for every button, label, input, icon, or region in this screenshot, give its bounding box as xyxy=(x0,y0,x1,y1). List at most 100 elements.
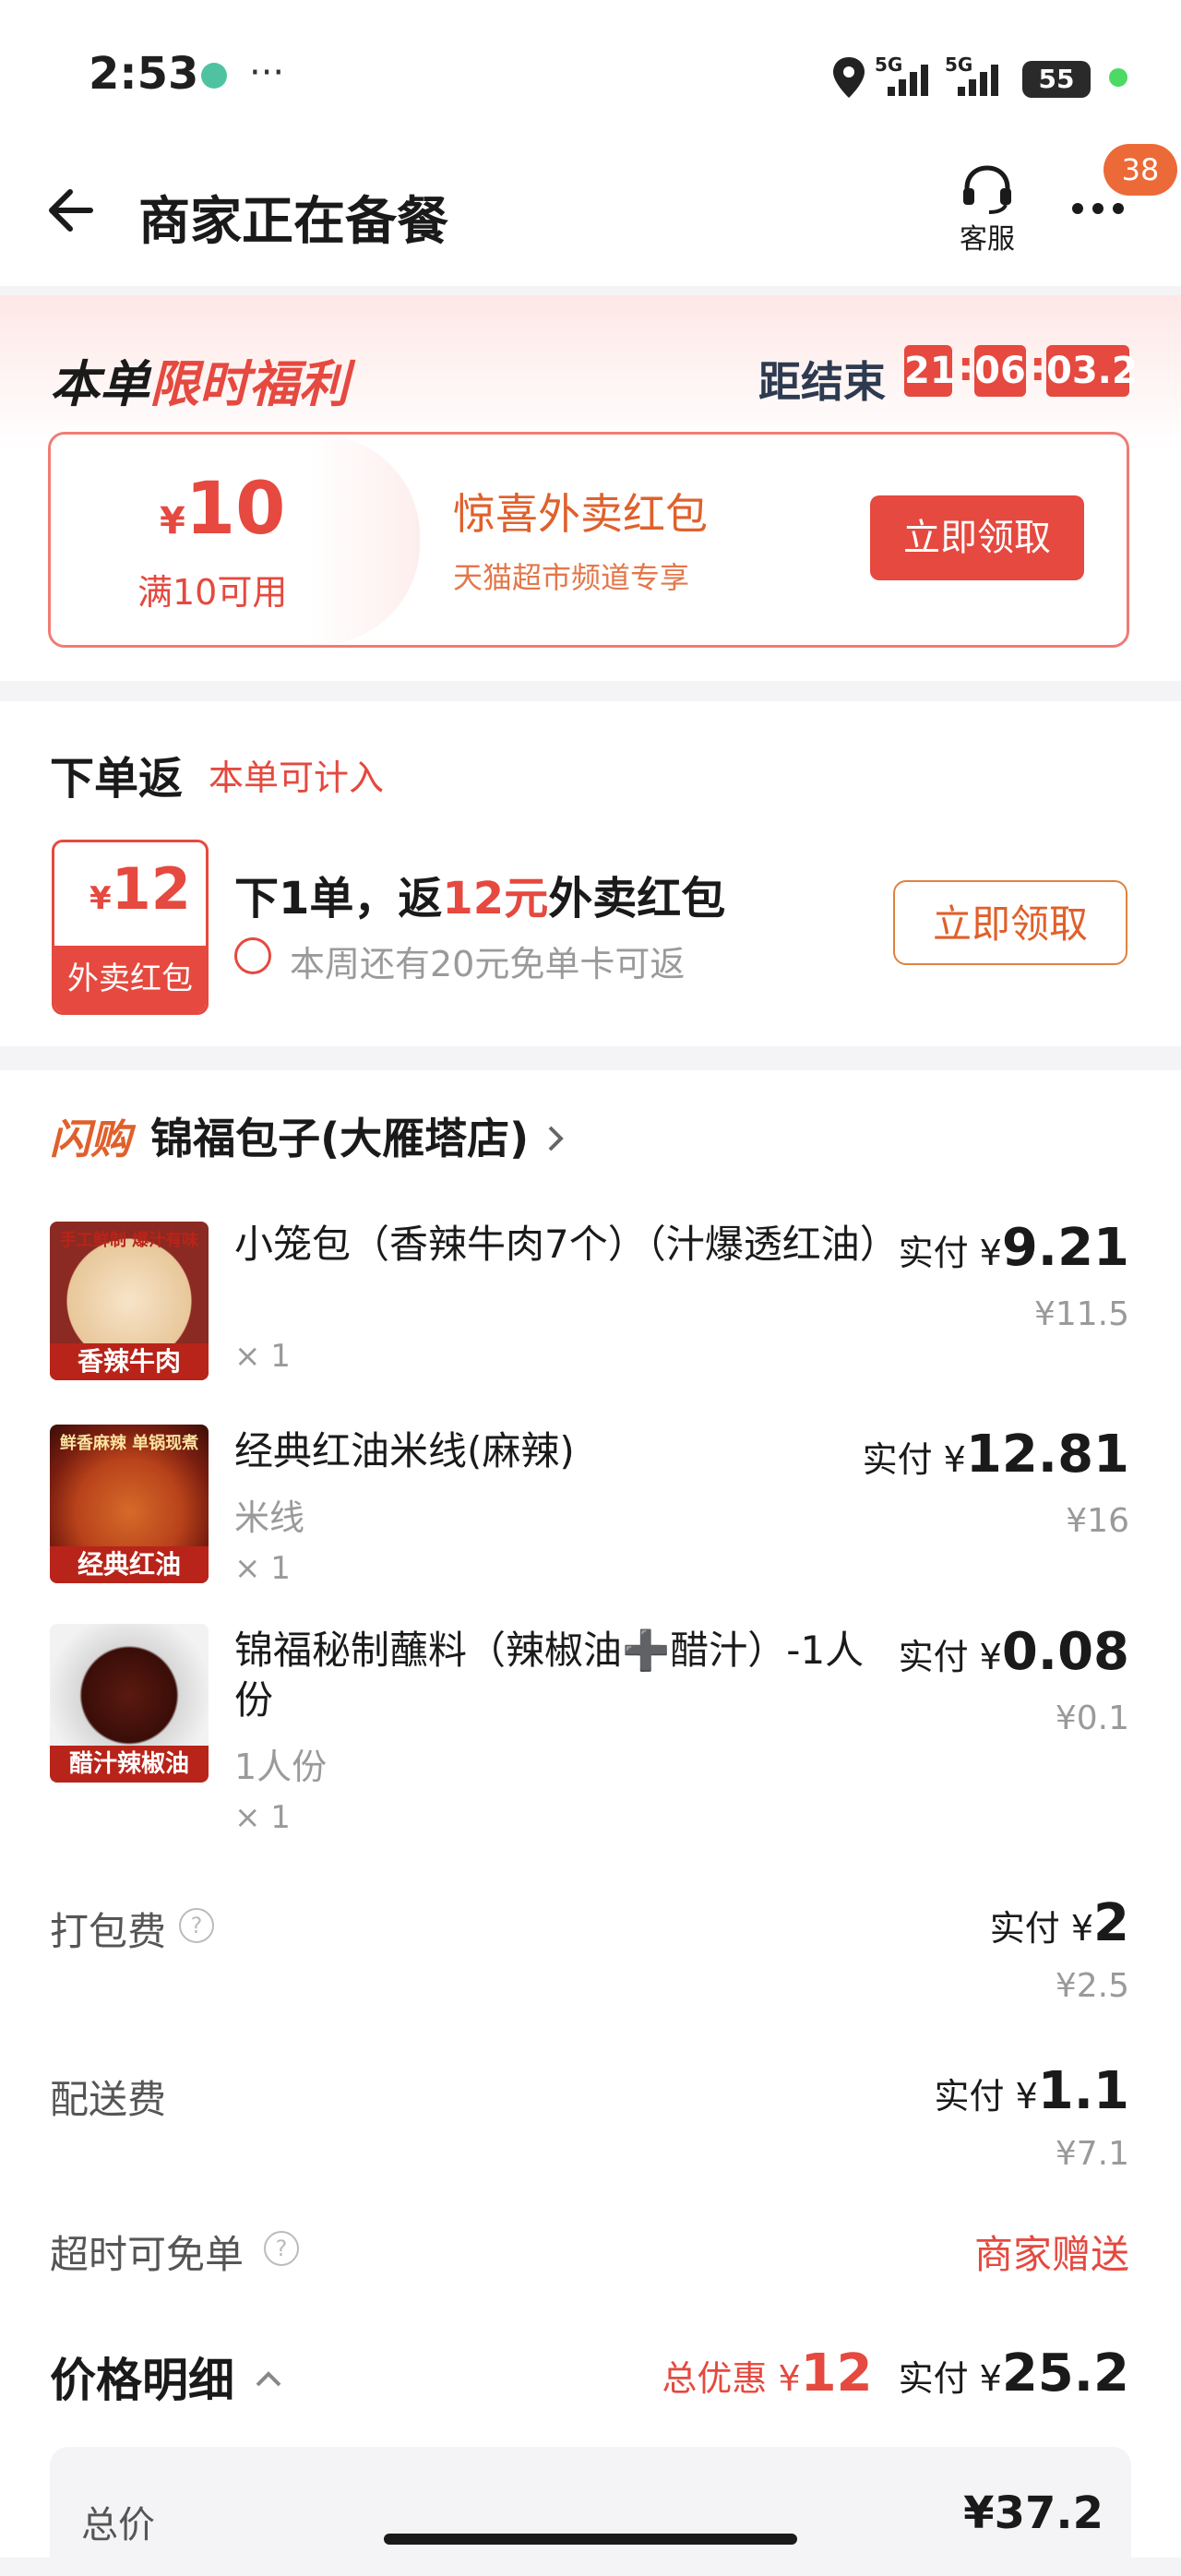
chevron-right-icon xyxy=(548,1126,565,1151)
countdown-sep-2: : xyxy=(1030,343,1046,390)
cashback-title: 下单返 xyxy=(50,753,184,805)
item-original-price: ¥11.5 xyxy=(1033,1295,1129,1333)
coupon-condition: 满10可用 xyxy=(137,572,288,613)
status-bar: 2:53 ··· 5G 5G 55 xyxy=(0,0,1181,138)
status-time: 2:53 xyxy=(89,48,199,100)
item-spec: 1人份 xyxy=(234,1747,328,1787)
item-original-price: ¥16 xyxy=(1066,1502,1129,1540)
delivery-fee-paid-label: 实付 ¥ xyxy=(934,2076,1038,2117)
location-icon xyxy=(833,57,865,98)
item-paid: 实付 ¥0.08 xyxy=(899,1622,1129,1682)
overtime-free-label: 超时可免单 xyxy=(50,2232,245,2277)
item-quantity: × 1 xyxy=(234,1799,291,1836)
limited-offer-title-part1: 本单 xyxy=(50,355,149,413)
cashback-claim-button[interactable]: 立即领取 xyxy=(893,880,1127,965)
total-paid-label: 实付 ¥ xyxy=(898,2358,1002,2399)
cashback-badge: ¥12 外卖红包 xyxy=(52,840,209,1015)
cashback-tag: 本单可计入 xyxy=(209,757,385,798)
price-breakdown-panel: 总价 ¥37.2 xyxy=(50,2447,1131,2576)
countdown-minutes: 06 xyxy=(974,345,1026,397)
page-title: 商家正在备餐 xyxy=(138,192,448,252)
item-paid-value: 0.08 xyxy=(1001,1622,1129,1682)
price-summary: 总优惠 ¥12 实付 ¥25.2 xyxy=(662,2343,1129,2403)
help-icon[interactable]: ? xyxy=(264,2231,299,2266)
coupon-amount: ¥10 xyxy=(160,468,285,551)
cashback-line: 下1单，返12元外卖红包 xyxy=(234,862,725,926)
total-paid-value: 25.2 xyxy=(1001,2343,1129,2403)
delivery-fee-original: ¥7.1 xyxy=(1055,2135,1129,2173)
chat-app-icon xyxy=(201,63,227,89)
item-name: 锦福秘制蘸料（辣椒油➕醋汁）-1人份 xyxy=(234,1628,865,1723)
total-discount-label: 总优惠 ¥ xyxy=(662,2358,801,2399)
price-detail-toggle[interactable]: 价格明细 xyxy=(50,2343,285,2410)
limited-offer-title: 本单限时福利 xyxy=(50,343,349,416)
coupon-card: ¥10 满10可用 惊喜外卖红包 天猫超市频道专享 立即领取 xyxy=(48,432,1129,648)
more-menu-button[interactable] xyxy=(1068,190,1133,227)
flash-purchase-tag: 闪购 xyxy=(50,1116,131,1163)
customer-service-button[interactable]: 客服 xyxy=(950,162,1024,256)
countdown-seconds: 03.2 xyxy=(1046,345,1138,397)
radio-circle-icon[interactable] xyxy=(234,937,271,974)
thumbnail-label: 醋汁辣椒油 xyxy=(50,1746,209,1783)
cashback-subline: 本周还有20元免单卡可返 xyxy=(290,944,686,984)
breakdown-total-label: 总价 xyxy=(81,2504,155,2546)
item-original-price: ¥0.1 xyxy=(1055,1699,1129,1737)
item-paid-label: 实付 ¥ xyxy=(862,1439,966,1480)
overtime-free-value: 商家赠送 xyxy=(973,2232,1129,2277)
item-paid: 实付 ¥9.21 xyxy=(899,1218,1129,1278)
order-item[interactable]: 醋汁辣椒油 锦福秘制蘸料（辣椒油➕醋汁）-1人份 1人份 × 1 实付 ¥0.0… xyxy=(0,1613,1181,1853)
item-paid-label: 实付 ¥ xyxy=(898,1233,1002,1273)
battery-level: 55 xyxy=(1038,64,1075,94)
item-name: 经典红油米线(麻辣) xyxy=(234,1428,575,1473)
signal-icon-1 xyxy=(888,65,928,96)
coupon-title: 惊喜外卖红包 xyxy=(453,489,708,539)
cashback-badge-currency: ¥ xyxy=(89,880,112,917)
back-arrow-icon[interactable] xyxy=(44,183,100,238)
delivery-fee-paid-value: 1.1 xyxy=(1037,2061,1129,2121)
item-paid: 实付 ¥12.81 xyxy=(863,1425,1129,1485)
thumbnail-top-text: 鲜香麻辣 单锅现煮 xyxy=(59,1434,199,1453)
breakdown-total-value: ¥37.2 xyxy=(963,2487,1103,2539)
packing-fee-label: 打包费 xyxy=(50,1909,167,1954)
countdown-label: 距结束 xyxy=(758,357,886,407)
help-icon[interactable]: ? xyxy=(179,1908,214,1943)
item-spec: 米线 xyxy=(234,1497,305,1538)
claim-coupon-button[interactable]: 立即领取 xyxy=(870,495,1084,580)
battery-icon: 55 xyxy=(1022,61,1091,98)
store-header[interactable]: 闪购 锦福包子(大雁塔店) xyxy=(50,1105,570,1164)
packing-fee-paid-value: 2 xyxy=(1093,1893,1129,1953)
price-detail-title: 价格明细 xyxy=(50,2354,234,2407)
cashback-badge-value: 12 xyxy=(111,855,191,923)
item-paid-label: 实付 ¥ xyxy=(898,1637,1002,1677)
battery-dot xyxy=(1109,68,1127,87)
packing-fee-original: ¥2.5 xyxy=(1055,1967,1129,2005)
coupon-amount-value: 10 xyxy=(185,468,286,551)
cashback-line-suffix: 外卖红包 xyxy=(548,873,726,924)
store-name: 锦福包子(大雁塔店) xyxy=(150,1114,530,1163)
thumbnail-label: 经典红油 xyxy=(50,1546,209,1583)
delivery-fee-row: 配送费 实付 ¥1.1 ¥7.1 xyxy=(0,2059,1181,2179)
item-thumbnail: 鲜香麻辣 单锅现煮 经典红油 xyxy=(50,1425,209,1583)
item-thumbnail: 醋汁辣椒油 xyxy=(50,1624,209,1783)
signal-icon-2 xyxy=(958,65,998,96)
overtime-free-row: 超时可免单 ? 商家赠送 xyxy=(0,2218,1181,2283)
cashback-badge-label: 外卖红包 xyxy=(54,946,206,1012)
cashback-badge-amount: ¥12 xyxy=(89,855,191,923)
coupon-currency: ¥ xyxy=(160,500,185,543)
item-paid-value: 9.21 xyxy=(1001,1218,1129,1278)
more-notifications-icon: ··· xyxy=(249,52,285,94)
delivery-fee-paid: 实付 ¥1.1 xyxy=(935,2061,1129,2121)
chevron-up-icon xyxy=(256,2371,281,2387)
packing-fee-paid-label: 实付 ¥ xyxy=(989,1908,1094,1949)
item-quantity: × 1 xyxy=(234,1550,291,1587)
order-item[interactable]: 鲜香麻辣 单锅现煮 经典红油 经典红油米线(麻辣) 米线 × 1 实付 ¥12.… xyxy=(0,1412,1181,1596)
total-discount-value: 12 xyxy=(800,2343,873,2403)
message-badge: 38 xyxy=(1103,144,1177,196)
thumbnail-label: 香辣牛肉 xyxy=(50,1343,209,1380)
coupon-subtitle: 天猫超市频道专享 xyxy=(453,560,690,595)
order-item[interactable]: 手工鲜制 爆汁有味 香辣牛肉 小笼包（香辣牛肉7个）（汁爆透红油） × 1 实付… xyxy=(0,1209,1181,1393)
packing-fee-paid: 实付 ¥2 xyxy=(990,1893,1129,1953)
countdown-sep-1: : xyxy=(958,343,974,390)
home-indicator[interactable] xyxy=(384,2534,797,2545)
headset-icon xyxy=(963,165,1011,214)
